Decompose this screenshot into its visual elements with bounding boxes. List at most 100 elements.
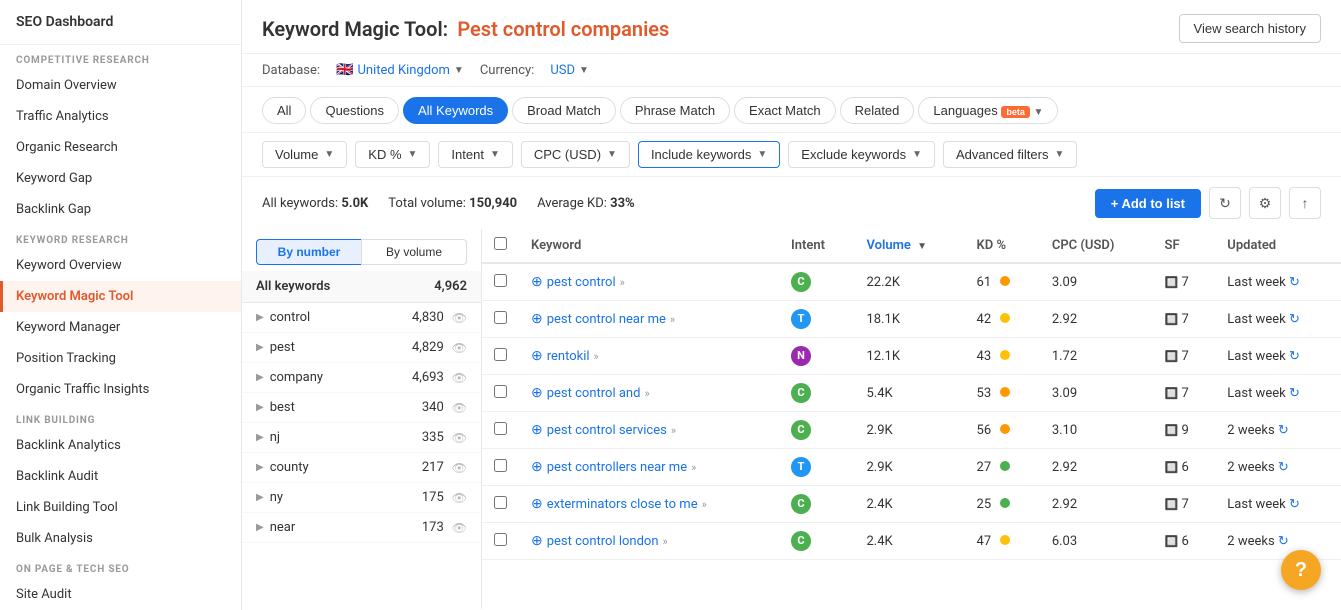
view-history-button[interactable]: View search history — [1179, 14, 1321, 43]
sidebar-item-keyword-manager[interactable]: Keyword Manager — [0, 312, 241, 343]
eye-icon[interactable]: 👁 — [452, 461, 467, 475]
tab-exact-match[interactable]: Exact Match — [734, 97, 836, 124]
refresh-icon[interactable]: ↻ — [1278, 423, 1289, 438]
left-row-name: control — [270, 310, 311, 325]
sidebar-item-keyword-overview[interactable]: Keyword Overview — [0, 250, 241, 281]
tab-languages[interactable]: Languages beta ▼ — [918, 97, 1058, 124]
keyword-cell: ⊕ pest control near me » — [519, 301, 779, 338]
filter-volume[interactable]: Volume ▼ — [262, 141, 347, 168]
filter-cpc[interactable]: CPC (USD) ▼ — [521, 141, 630, 168]
tab-related[interactable]: Related — [840, 97, 915, 124]
tab-all[interactable]: All — [262, 97, 306, 124]
filter-exclude-keywords[interactable]: Exclude keywords ▼ — [788, 141, 935, 168]
sidebar-item-keyword-magic-tool[interactable]: Keyword Magic Tool — [0, 281, 241, 312]
eye-icon[interactable]: 👁 — [452, 401, 467, 415]
keyword-link[interactable]: ⊕ exterminators close to me » — [531, 496, 767, 512]
left-panel-item[interactable]: ▶ best 340 👁 — [242, 393, 481, 423]
tab-questions[interactable]: Questions — [310, 97, 399, 124]
refresh-icon[interactable]: ↻ — [1289, 386, 1300, 401]
col-header-kd[interactable]: KD % — [965, 229, 1040, 263]
col-header-cpc[interactable]: CPC (USD) — [1040, 229, 1153, 263]
settings-button[interactable]: ⚙ — [1249, 187, 1281, 219]
tab-all-keywords[interactable]: All Keywords — [403, 97, 508, 124]
keyword-link[interactable]: ⊕ pest control services » — [531, 422, 767, 438]
sidebar-item-position-tracking[interactable]: Position Tracking — [0, 343, 241, 374]
eye-icon[interactable]: 👁 — [452, 491, 467, 505]
col-header-volume[interactable]: Volume ▼ — [854, 229, 964, 263]
sidebar-item-keyword-gap[interactable]: Keyword Gap — [0, 163, 241, 194]
keyword-link[interactable]: ⊕ pest control near me » — [531, 311, 767, 327]
refresh-icon[interactable]: ↻ — [1289, 275, 1300, 290]
database-country-link[interactable]: 🇬🇧 United Kingdom ▼ — [336, 62, 464, 78]
refresh-icon[interactable]: ↻ — [1289, 312, 1300, 327]
left-panel-item[interactable]: ▶ nj 335 👁 — [242, 423, 481, 453]
sidebar-item-backlink-audit[interactable]: Backlink Audit — [0, 461, 241, 492]
keyword-link[interactable]: ⊕ pest control and » — [531, 385, 767, 401]
sidebar-item-backlink-gap[interactable]: Backlink Gap — [0, 194, 241, 225]
sidebar-item-site-audit[interactable]: Site Audit — [0, 579, 241, 610]
sidebar-item-organic-traffic-insights[interactable]: Organic Traffic Insights — [0, 374, 241, 405]
keyword-arrow-icon: » — [620, 276, 625, 289]
refresh-icon[interactable]: ↻ — [1289, 349, 1300, 364]
filter-intent[interactable]: Intent ▼ — [438, 141, 512, 168]
row-checkbox[interactable] — [494, 311, 507, 324]
eye-icon[interactable]: 👁 — [452, 521, 467, 535]
sidebar-item-domain-overview[interactable]: Domain Overview — [0, 70, 241, 101]
sidebar-item-backlink-analytics[interactable]: Backlink Analytics — [0, 430, 241, 461]
eye-icon[interactable]: 👁 — [452, 311, 467, 325]
left-panel-item[interactable]: ▶ control 4,830 👁 — [242, 303, 481, 333]
sidebar-item-bulk-analysis[interactable]: Bulk Analysis — [0, 523, 241, 554]
keyword-link[interactable]: ⊕ pest controllers near me » — [531, 459, 767, 475]
left-panel-item[interactable]: ▶ near 173 👁 — [242, 513, 481, 543]
col-header-sf[interactable]: SF — [1153, 229, 1216, 263]
row-checkbox[interactable] — [494, 348, 507, 361]
left-row-count: 4,829 — [412, 340, 444, 355]
refresh-icon[interactable]: ↻ — [1278, 534, 1289, 549]
filter-kd[interactable]: KD % ▼ — [355, 141, 430, 168]
sidebar-item-traffic-analytics[interactable]: Traffic Analytics — [0, 101, 241, 132]
left-panel-item[interactable]: ▶ ny 175 👁 — [242, 483, 481, 513]
row-checkbox[interactable] — [494, 274, 507, 287]
col-header-intent[interactable]: Intent — [779, 229, 854, 263]
sidebar-item-organic-research[interactable]: Organic Research — [0, 132, 241, 163]
eye-icon[interactable]: 👁 — [452, 431, 467, 445]
left-all-keywords-row[interactable]: All keywords 4,962 — [242, 271, 481, 303]
select-all-checkbox[interactable] — [494, 237, 507, 250]
row-checkbox[interactable] — [494, 533, 507, 546]
intent-cell: T — [779, 449, 854, 486]
keyword-link[interactable]: ⊕ pest control london » — [531, 533, 767, 549]
row-checkbox[interactable] — [494, 385, 507, 398]
keyword-link[interactable]: ⊕ pest control » — [531, 274, 767, 290]
left-panel-item[interactable]: ▶ county 217 👁 — [242, 453, 481, 483]
by-volume-button[interactable]: By volume — [361, 239, 467, 265]
row-checkbox[interactable] — [494, 496, 507, 509]
keyword-link[interactable]: ⊕ rentokil » — [531, 348, 767, 364]
sf-cell: 🔲 7 — [1153, 301, 1216, 338]
eye-icon[interactable]: 👁 — [452, 371, 467, 385]
currency-link[interactable]: USD ▼ — [550, 63, 589, 78]
add-to-list-button[interactable]: + Add to list — [1095, 189, 1201, 218]
left-panel-item[interactable]: ▶ company 4,693 👁 — [242, 363, 481, 393]
tab-broad-match[interactable]: Broad Match — [512, 97, 616, 124]
tab-phrase-match[interactable]: Phrase Match — [620, 97, 730, 124]
by-number-button[interactable]: By number — [256, 239, 361, 265]
refresh-icon[interactable]: ↻ — [1278, 460, 1289, 475]
intent-badge: C — [791, 494, 811, 514]
refresh-button[interactable]: ↻ — [1209, 187, 1241, 219]
refresh-icon[interactable]: ↻ — [1289, 497, 1300, 512]
help-button[interactable]: ? — [1281, 550, 1321, 590]
cpc-cell: 1.72 — [1040, 338, 1153, 375]
expand-arrow-icon: ▶ — [256, 402, 264, 413]
filter-advanced-filters[interactable]: Advanced filters ▼ — [943, 141, 1077, 168]
filter-include-keywords[interactable]: Include keywords ▼ — [638, 141, 780, 168]
col-header-updated[interactable]: Updated — [1215, 229, 1341, 263]
left-panel-item[interactable]: ▶ pest 4,829 👁 — [242, 333, 481, 363]
add-keyword-icon: ⊕ — [531, 459, 543, 475]
eye-icon[interactable]: 👁 — [452, 341, 467, 355]
add-keyword-icon: ⊕ — [531, 496, 543, 512]
export-button[interactable]: ↑ — [1289, 187, 1321, 219]
sf-icon: 🔲 — [1165, 387, 1179, 400]
row-checkbox[interactable] — [494, 459, 507, 472]
row-checkbox[interactable] — [494, 422, 507, 435]
sidebar-item-link-building-tool[interactable]: Link Building Tool — [0, 492, 241, 523]
